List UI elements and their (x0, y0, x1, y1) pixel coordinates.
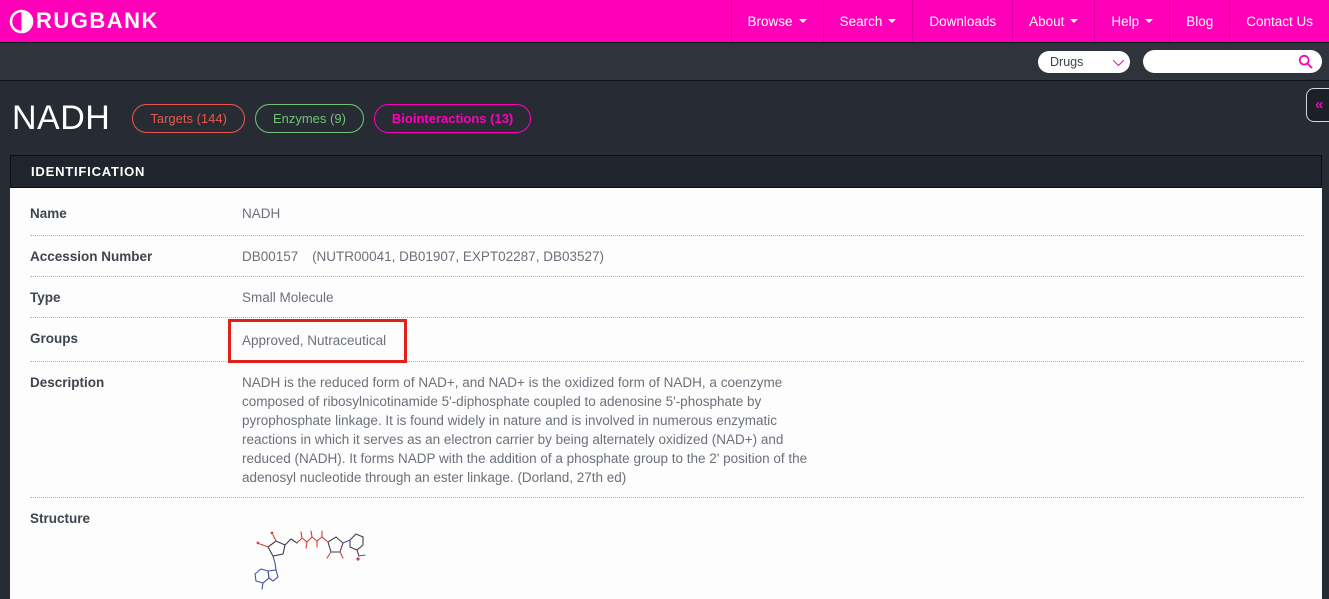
row-type-value: Small Molecule (242, 288, 334, 307)
identification-section-header: IDENTIFICATION (10, 155, 1322, 188)
nav-item-downloads[interactable]: Downloads (912, 0, 1012, 42)
row-groups-value: Approved, Nutraceutical (242, 333, 386, 348)
navbar-menu: Browse Search Downloads About Help Blog (731, 0, 1329, 42)
drug-header: NADH Targets (144) Enzymes (9) Biointera… (0, 81, 1329, 155)
row-accession-number: Accession Number DB00157 (NUTR00041, DB0… (30, 236, 1304, 277)
accession-aliases: (NUTR00041, DB01907, EXPT02287, DB03527) (312, 249, 604, 264)
search-sub-bar: Drugs (0, 43, 1329, 81)
drugbank-logo[interactable]: RUGBANK (8, 8, 159, 35)
search-category-value: Drugs (1050, 55, 1083, 69)
row-structure-label: Structure (30, 509, 242, 594)
search-input[interactable] (1155, 51, 1295, 71)
nav-item-search[interactable]: Search (823, 0, 913, 42)
targets-badge[interactable]: Targets (144) (132, 104, 245, 133)
enzymes-badge[interactable]: Enzymes (9) (255, 104, 364, 133)
drug-badges: Targets (144) Enzymes (9) Biointeraction… (132, 104, 531, 133)
drugbank-page: RUGBANK Browse Search Downloads About He… (0, 0, 1329, 599)
row-name-label: Name (30, 204, 242, 223)
accession-primary: DB00157 (242, 249, 298, 264)
collapse-panel-button[interactable]: « (1306, 88, 1329, 122)
row-accession-label: Accession Number (30, 247, 242, 266)
caret-down-icon (1145, 19, 1153, 23)
row-description-value: NADH is the reduced form of NAD+, and NA… (242, 373, 817, 487)
nav-item-contact-us[interactable]: Contact Us (1229, 0, 1329, 42)
nav-item-browse[interactable]: Browse (731, 0, 823, 42)
row-type: Type Small Molecule (30, 277, 1304, 318)
search-category-select[interactable]: Drugs (1038, 51, 1130, 73)
chevron-down-icon (1113, 54, 1124, 65)
row-description-label: Description (30, 373, 242, 487)
row-type-label: Type (30, 288, 242, 307)
top-navbar: RUGBANK Browse Search Downloads About He… (0, 0, 1329, 43)
nav-item-about[interactable]: About (1012, 0, 1094, 42)
search-box (1143, 50, 1322, 73)
page-title: NADH (12, 99, 110, 138)
nadh-structure-image[interactable] (242, 526, 366, 594)
row-structure: Structure (30, 498, 1304, 599)
row-accession-value: DB00157 (NUTR00041, DB01907, EXPT02287, … (242, 247, 604, 266)
caret-down-icon (1070, 19, 1078, 23)
row-groups: Groups Approved, Nutraceutical (30, 318, 1304, 362)
nav-item-blog[interactable]: Blog (1169, 0, 1229, 42)
row-groups-label: Groups (30, 329, 242, 351)
search-icon[interactable] (1298, 54, 1313, 69)
nav-item-help[interactable]: Help (1094, 0, 1169, 42)
identification-panel: Name NADH Accession Number DB00157 (NUTR… (10, 188, 1322, 599)
row-description: Description NADH is the reduced form of … (30, 362, 1304, 498)
caret-down-icon (799, 19, 807, 23)
caret-down-icon (888, 19, 896, 23)
red-annotation-box: Approved, Nutraceutical (228, 319, 407, 363)
drugbank-logo-text: RUGBANK (36, 8, 159, 34)
row-name-value: NADH (242, 204, 280, 223)
drugbank-logo-icon (8, 8, 35, 35)
biointeractions-badge[interactable]: Biointeractions (13) (374, 104, 531, 133)
row-name: Name NADH (30, 188, 1304, 236)
